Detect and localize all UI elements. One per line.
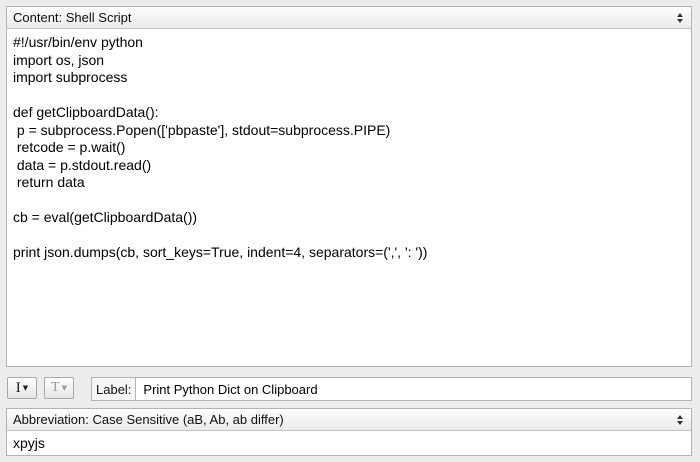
code-line: retcode = p.wait() <box>13 139 126 155</box>
snippet-toolbar: I ▼ T ▼ Label: <box>6 377 692 401</box>
text-format-icon: T <box>51 380 60 395</box>
code-line: return data <box>13 174 85 190</box>
label-field-group: Label: <box>91 377 692 401</box>
abbreviation-input[interactable]: xpyjs <box>7 431 691 455</box>
script-editor[interactable]: #!/usr/bin/env python import os, json impo… <box>7 29 691 262</box>
code-line: cb = eval(getClipboardData()) <box>13 209 198 225</box>
format-text-menu-button[interactable]: T ▼ <box>44 377 74 399</box>
content-type-popup[interactable]: Content: Shell Script <box>7 7 691 29</box>
caret-down-icon: ▼ <box>61 384 67 392</box>
code-line: #!/usr/bin/env python <box>13 34 143 50</box>
code-line: print json.dumps(cb, sort_keys=True, ind… <box>13 244 428 260</box>
code-line: import subprocess <box>13 69 128 85</box>
content-type-label: Content: Shell Script <box>13 10 132 25</box>
code-line: p = subprocess.Popen(['pbpaste'], stdout… <box>13 121 391 138</box>
updown-arrows-icon <box>675 414 685 426</box>
abbreviation-panel: Abbreviation: Case Sensitive (aB, Ab, ab… <box>6 408 692 456</box>
code-line: import os, json <box>13 51 105 68</box>
updown-arrows-icon <box>675 12 685 24</box>
code-line: data = p.stdout.read() <box>13 156 152 173</box>
label-caption: Label: <box>91 377 136 401</box>
caret-down-icon: ▼ <box>22 384 29 392</box>
insert-text-menu-button[interactable]: I ▼ <box>7 377 37 399</box>
abbreviation-mode-label: Abbreviation: Case Sensitive (aB, Ab, ab… <box>13 412 284 427</box>
abbreviation-mode-popup[interactable]: Abbreviation: Case Sensitive (aB, Ab, ab… <box>7 409 691 431</box>
content-panel: Content: Shell Script #!/usr/bin/env pyt… <box>6 6 692 367</box>
code-line: def getClipboardData(): <box>13 104 159 120</box>
text-cursor-icon: I <box>15 379 21 396</box>
label-input[interactable] <box>135 377 692 401</box>
